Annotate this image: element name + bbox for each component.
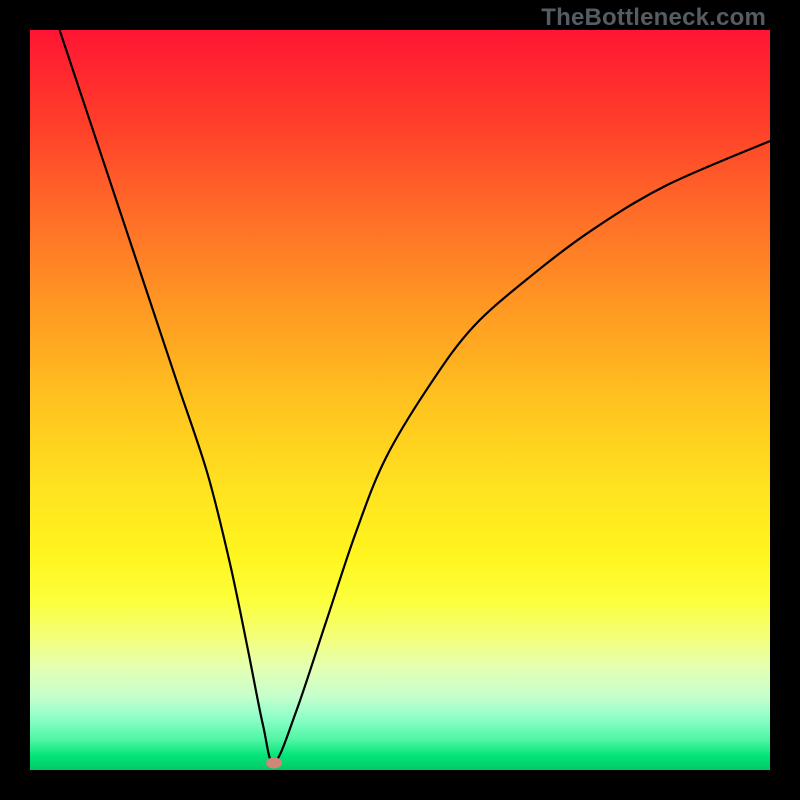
watermark-text: TheBottleneck.com	[541, 4, 766, 32]
optimal-marker	[266, 757, 282, 768]
curve-path	[60, 30, 770, 763]
plot-area	[30, 30, 770, 770]
bottleneck-curve	[30, 30, 770, 770]
chart-frame: TheBottleneck.com	[0, 0, 800, 800]
